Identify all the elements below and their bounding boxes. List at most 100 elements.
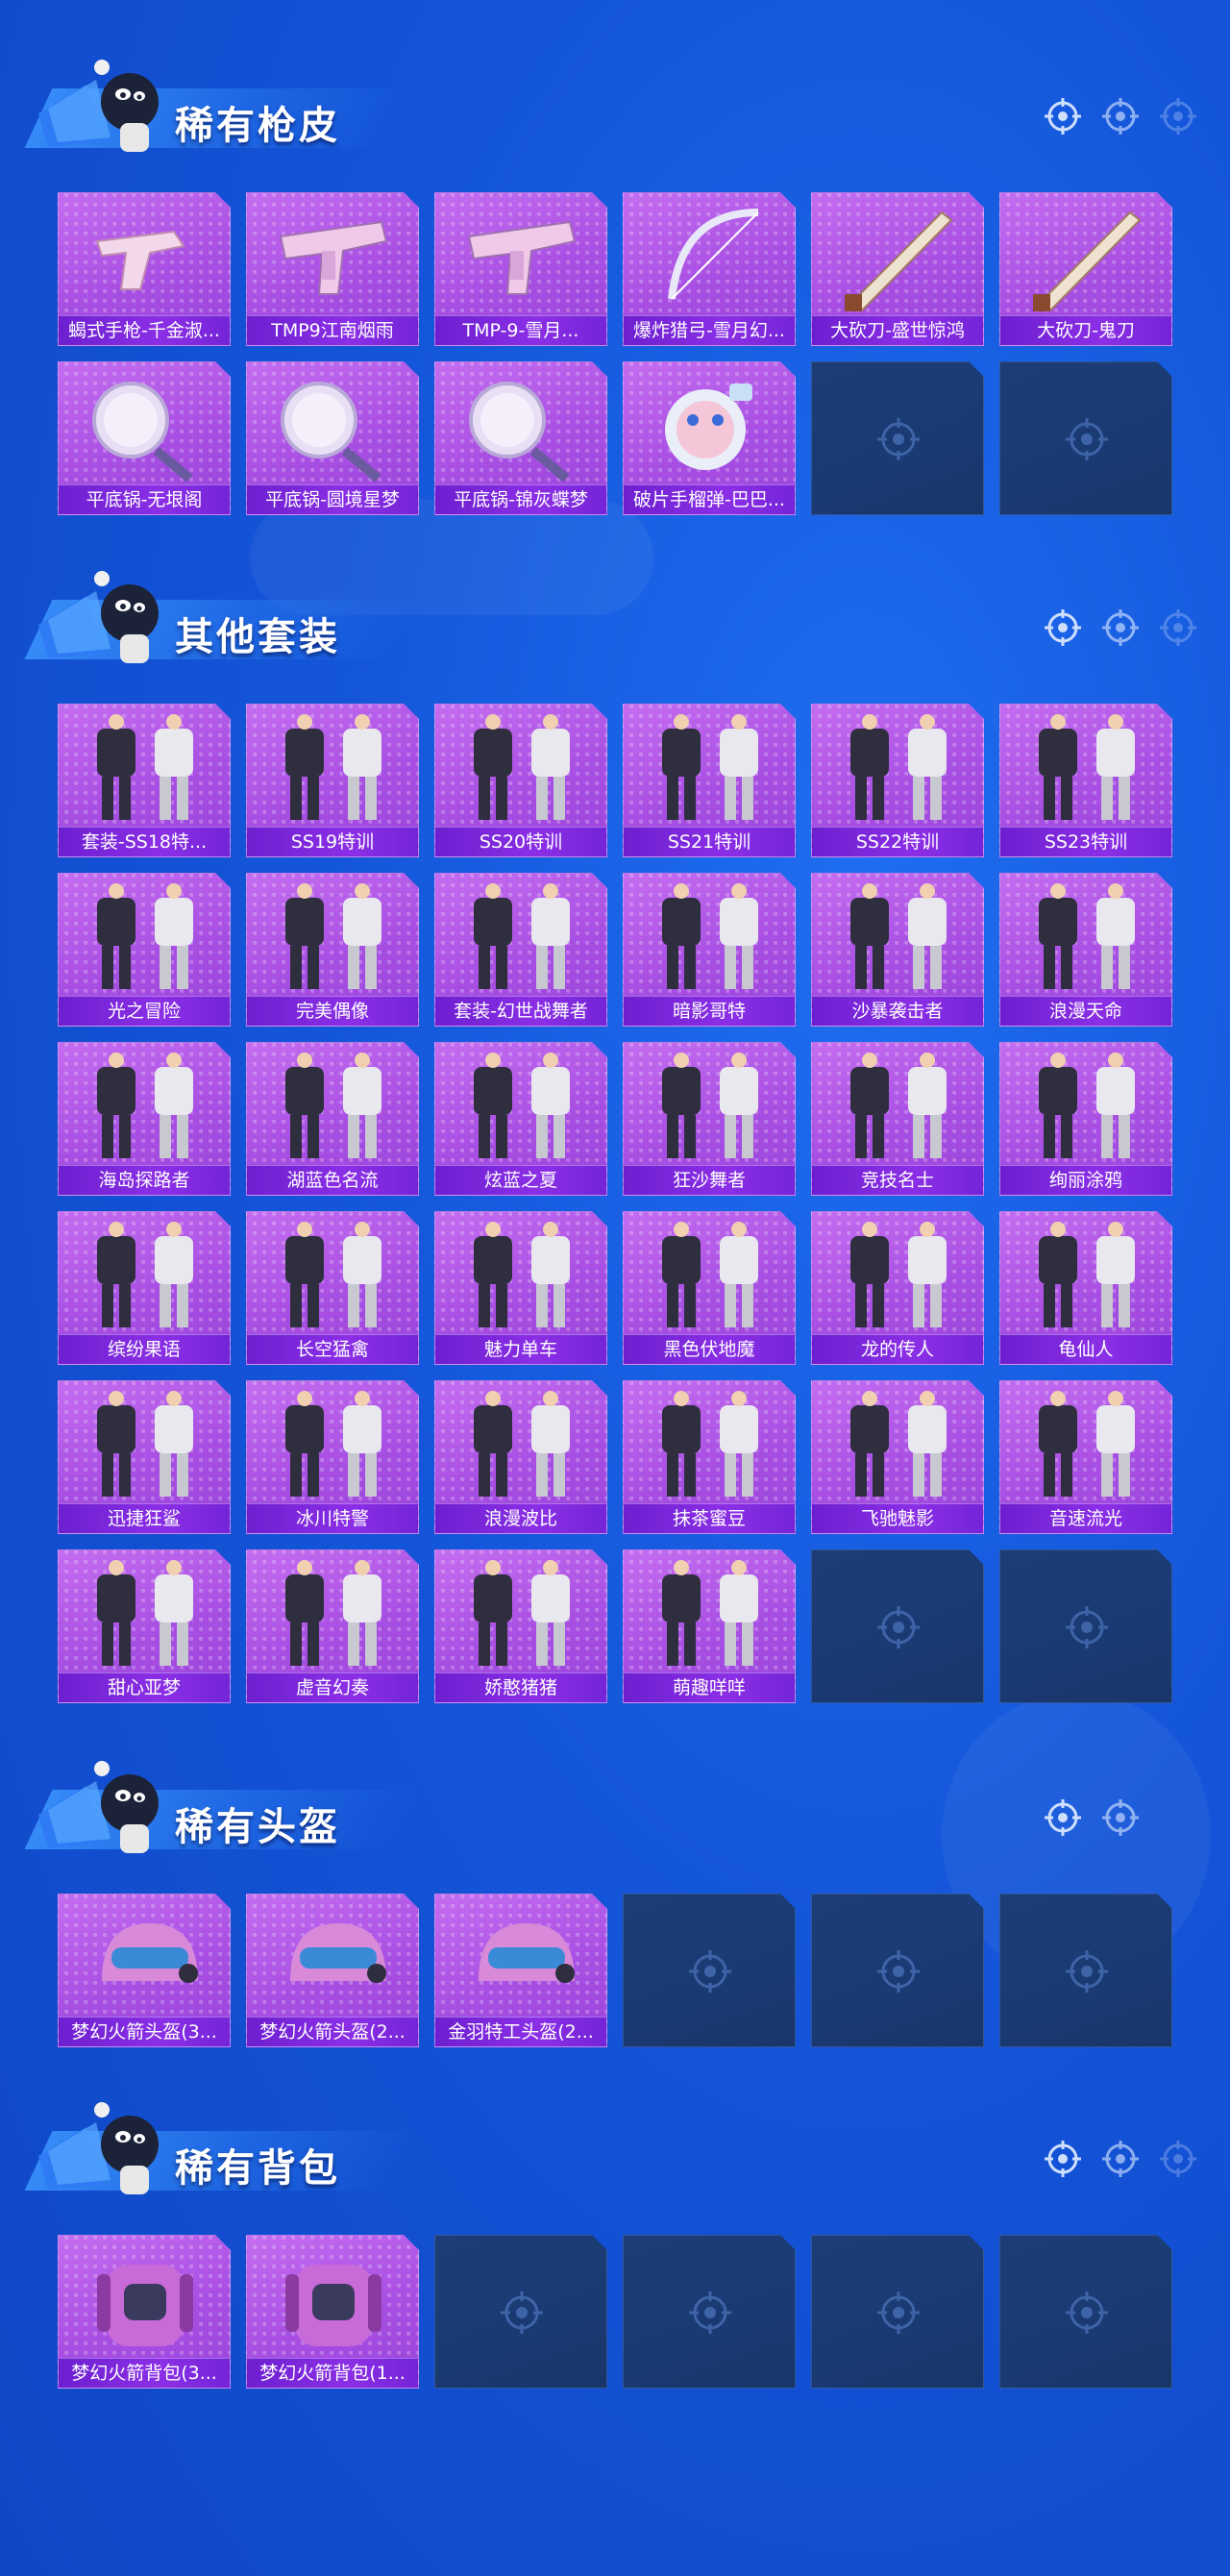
item-card[interactable]: 浪漫天命: [999, 873, 1172, 1027]
section-header: 稀有枪皮: [0, 48, 1230, 163]
item-card[interactable]: 飞驰魅影: [811, 1380, 984, 1534]
item-label: 沙暴袭击者: [812, 996, 983, 1026]
item-card[interactable]: SS23特训: [999, 704, 1172, 857]
helmet-icon: [479, 1923, 575, 1983]
item-card[interactable]: 梦幻火箭背包(1...: [246, 2235, 419, 2389]
section-rare-helmets: 稀有头盔 梦幻火箭头盔(3... 梦幻火箭头盔(2... 金羽特工头盔(2...: [0, 1749, 1230, 2047]
empty-slot-crosshair-icon: [877, 2291, 920, 2334]
item-card[interactable]: 缤纷果语: [58, 1211, 231, 1365]
item-card[interactable]: 长空猛禽: [246, 1211, 419, 1365]
item-card[interactable]: 沙暴袭击者: [811, 873, 984, 1027]
item-card[interactable]: 大砍刀-鬼刀: [999, 192, 1172, 346]
item-card[interactable]: 暗影哥特: [623, 873, 796, 1027]
item-label: 蝎式手枪-千金淑...: [59, 315, 230, 345]
item-card[interactable]: 海岛探路者: [58, 1042, 231, 1196]
item-card[interactable]: 蝎式手枪-千金淑...: [58, 192, 231, 346]
item-card[interactable]: 爆炸猎弓-雪月幻...: [623, 192, 796, 346]
item-label: 黑色伏地魔: [624, 1334, 795, 1364]
mascot-icon: [38, 571, 159, 663]
item-card[interactable]: 冰川特警: [246, 1380, 419, 1534]
item-card[interactable]: TMP9江南烟雨: [246, 192, 419, 346]
empty-slot: [811, 361, 984, 515]
crosshair-icon: [1045, 1799, 1081, 1836]
outfit-icon: [474, 1053, 570, 1158]
item-card[interactable]: 梦幻火箭背包(3...: [58, 2235, 231, 2389]
item-card[interactable]: 虚音幻奏: [246, 1549, 419, 1703]
item-card[interactable]: 平底锅-无垠阁: [58, 361, 231, 515]
item-label: 长空猛禽: [247, 1334, 418, 1364]
item-grid: 套装-SS18特... SS19特训 SS20特训 SS21特训 SS22特训 SS23特…: [58, 704, 1172, 1703]
item-card[interactable]: 套装-SS18特...: [58, 704, 231, 857]
machete-icon: [845, 211, 953, 312]
empty-slot: [811, 2235, 984, 2389]
item-card[interactable]: 龟仙人: [999, 1211, 1172, 1365]
item-grid: 蝎式手枪-千金淑... TMP9江南烟雨 TMP-9-雪月... 爆炸猎弓-雪月幻..…: [58, 192, 1172, 515]
item-card[interactable]: 炫蓝之夏: [434, 1042, 607, 1196]
item-card[interactable]: 魅力单车: [434, 1211, 607, 1365]
empty-slot-crosshair-icon: [1066, 1950, 1108, 1993]
outfit-icon: [474, 883, 570, 989]
item-label: 梦幻火箭背包(1...: [247, 2358, 418, 2388]
grenade-icon: [665, 384, 752, 470]
outfit-icon: [97, 1560, 193, 1666]
item-card[interactable]: 套装-幻世战舞者: [434, 873, 607, 1027]
outfit-icon: [97, 1053, 193, 1158]
outfit-icon: [474, 1391, 570, 1497]
item-card[interactable]: 梦幻火箭头盔(2...: [246, 1894, 419, 2047]
item-card[interactable]: 大砍刀-盛世惊鸿: [811, 192, 984, 346]
item-card[interactable]: 甜心亚梦: [58, 1549, 231, 1703]
item-card[interactable]: 绚丽涂鸦: [999, 1042, 1172, 1196]
item-card[interactable]: TMP-9-雪月...: [434, 192, 607, 346]
backpack-icon: [285, 2265, 381, 2346]
empty-slot: [623, 1894, 796, 2047]
item-card[interactable]: 黑色伏地魔: [623, 1211, 796, 1365]
item-card[interactable]: SS20特训: [434, 704, 607, 857]
section-header: 其他套装: [0, 559, 1230, 675]
item-card[interactable]: 竞技名士: [811, 1042, 984, 1196]
item-card[interactable]: 平底锅-圆境星梦: [246, 361, 419, 515]
item-label: SS20特训: [435, 827, 606, 856]
outfit-icon: [1039, 1391, 1135, 1497]
smg-icon: [467, 220, 577, 295]
item-label: 龟仙人: [1000, 1334, 1171, 1364]
item-card[interactable]: 光之冒险: [58, 873, 231, 1027]
item-grid: 梦幻火箭背包(3... 梦幻火箭背包(1...: [58, 2235, 1172, 2389]
item-card[interactable]: 金羽特工头盔(2...: [434, 1894, 607, 2047]
outfit-icon: [285, 1222, 381, 1327]
section-rare-gun-skins: 稀有枪皮 蝎式手枪-千金淑... TMP9江南烟雨 TMP-9-雪月... 爆炸猎弓-…: [0, 48, 1230, 515]
empty-slot-crosshair-icon: [1066, 1606, 1108, 1648]
outfit-icon: [850, 1391, 947, 1497]
empty-slot-crosshair-icon: [1066, 2291, 1108, 2334]
item-card[interactable]: 萌趣咩咩: [623, 1549, 796, 1703]
mascot-icon: [38, 60, 159, 152]
item-label: 梦幻火箭头盔(3...: [59, 2017, 230, 2046]
item-card[interactable]: SS21特训: [623, 704, 796, 857]
item-card[interactable]: 完美偶像: [246, 873, 419, 1027]
item-card[interactable]: SS22特训: [811, 704, 984, 857]
item-label: 飞驰魅影: [812, 1503, 983, 1533]
item-card[interactable]: 湖蓝色名流: [246, 1042, 419, 1196]
item-card[interactable]: 梦幻火箭头盔(3...: [58, 1894, 231, 2047]
outfit-icon: [1039, 714, 1135, 820]
pan-icon: [92, 382, 193, 483]
empty-slot: [999, 361, 1172, 515]
item-card[interactable]: 娇憨猪猪: [434, 1549, 607, 1703]
item-card[interactable]: 迅捷狂鲨: [58, 1380, 231, 1534]
item-card[interactable]: SS19特训: [246, 704, 419, 857]
section-target-icons: [1043, 1797, 1187, 1840]
item-card[interactable]: 破片手榴弹-巴巴...: [623, 361, 796, 515]
item-card[interactable]: 平底锅-锦灰蝶梦: [434, 361, 607, 515]
outfit-icon: [285, 883, 381, 989]
outfit-icon: [662, 714, 758, 820]
crosshair-icon: [1045, 98, 1081, 135]
outfit-icon: [97, 714, 193, 820]
pistol-icon: [95, 230, 185, 290]
item-card[interactable]: 龙的传人: [811, 1211, 984, 1365]
item-card[interactable]: 抹茶蜜豆: [623, 1380, 796, 1534]
item-label: 甜心亚梦: [59, 1672, 230, 1702]
outfit-icon: [474, 714, 570, 820]
item-card[interactable]: 狂沙舞者: [623, 1042, 796, 1196]
item-card[interactable]: 音速流光: [999, 1380, 1172, 1534]
item-label: 冰川特警: [247, 1503, 418, 1533]
item-card[interactable]: 浪漫波比: [434, 1380, 607, 1534]
